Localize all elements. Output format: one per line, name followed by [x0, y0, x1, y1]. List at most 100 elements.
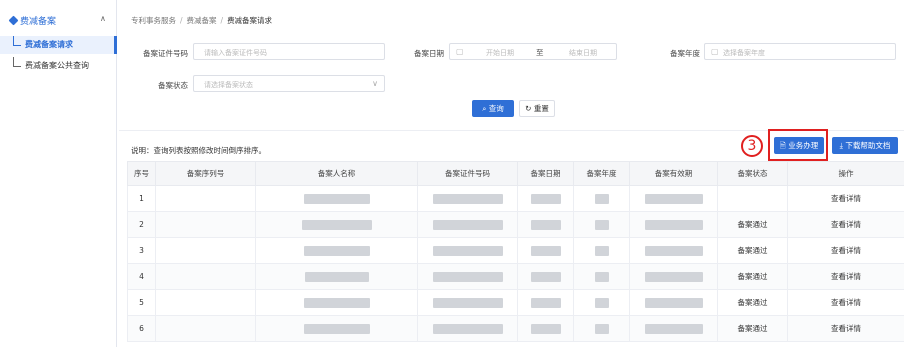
list-note: 说明：查询列表按照修改时间倒序排序。	[131, 146, 266, 155]
year-picker[interactable]: ▢ 选择备案年度	[704, 43, 896, 60]
breadcrumb-current: 费减备案请求	[227, 16, 273, 25]
column-header: 备案日期	[517, 161, 574, 186]
cell-redacted	[417, 289, 518, 316]
row-action-link[interactable]: 查看详情	[787, 263, 904, 290]
row-status: 备案通过	[717, 263, 788, 290]
table-row: 1 查看详情	[127, 185, 904, 212]
cell-redacted	[517, 315, 574, 342]
column-header: 备案年度	[573, 161, 630, 186]
table-body: 1 查看详情 2 备案通过 查看详情 3 备案通过 查看详情 4 备案通过 查看…	[127, 185, 904, 342]
date-range-picker[interactable]: ▢ 开始日期 至 结束日期	[449, 43, 617, 60]
row-action-link[interactable]: 查看详情	[787, 211, 904, 238]
row-action-link[interactable]: 查看详情	[787, 185, 904, 212]
cell-redacted	[629, 185, 718, 212]
chevron-up-icon: ∧	[100, 14, 106, 23]
cell-redacted	[573, 315, 630, 342]
cell-redacted	[573, 185, 630, 212]
table-row: 3 备案通过 查看详情	[127, 237, 904, 264]
document-icon: 🗎	[779, 141, 786, 150]
cell-redacted	[517, 237, 574, 264]
cell-redacted	[573, 263, 630, 290]
calendar-icon: ▢	[456, 47, 464, 56]
records-table: 序号 备案序列号 备案人名称 备案证件号码 备案日期 备案年度 备案有效期 备案…	[127, 161, 904, 342]
cell-redacted	[417, 263, 518, 290]
row-status: 备案通过	[717, 237, 788, 264]
column-header: 备案有效期	[629, 161, 718, 186]
cell-redacted	[573, 237, 630, 264]
row-index: 1	[127, 185, 156, 212]
date-label: 备案日期	[414, 49, 444, 58]
table-row: 4 备案通过 查看详情	[127, 263, 904, 290]
column-header: 序号	[127, 161, 156, 186]
sidebar-item-label: 费减备案请求	[25, 40, 73, 49]
year-label: 备案年度	[670, 49, 700, 58]
cell-redacted	[573, 211, 630, 238]
chevron-down-icon: ∨	[372, 79, 378, 88]
cell-redacted	[255, 315, 418, 342]
sidebar-item-request[interactable]: 费减备案请求	[0, 36, 117, 54]
cell-redacted	[517, 289, 574, 316]
cell-redacted	[629, 211, 718, 238]
column-header: 操作	[787, 161, 904, 186]
tree-line	[13, 66, 21, 67]
breadcrumb-item[interactable]: 专利事务服务	[131, 16, 176, 25]
status-select[interactable]: 请选择备案状态 ∨	[193, 75, 385, 92]
cell-redacted	[629, 237, 718, 264]
cell-redacted	[255, 289, 418, 316]
app-root: 费减备案 ∧ 费减备案请求 费减备案公共查询 专利事务服务 / 费减备案 / 费减备案请…	[0, 0, 904, 347]
column-header: 备案序列号	[155, 161, 256, 186]
cell-serial	[155, 263, 256, 290]
active-indicator	[114, 36, 117, 54]
row-status: 备案通过	[717, 211, 788, 238]
sidebar-item-public-query[interactable]: 费减备案公共查询	[0, 57, 117, 75]
cell-redacted	[517, 211, 574, 238]
tree-line	[13, 45, 21, 46]
download-help-button[interactable]: ⤓ 下载帮助文档	[832, 137, 898, 154]
cell-redacted	[629, 315, 718, 342]
row-action-link[interactable]: 查看详情	[787, 315, 904, 342]
column-header: 备案人名称	[255, 161, 418, 186]
refresh-icon: ↻	[525, 104, 532, 113]
sidebar-item-label: 费减备案公共查询	[25, 61, 89, 70]
step-annotation-badge: 3	[741, 135, 763, 157]
cell-redacted	[255, 185, 418, 212]
column-header: 备案状态	[717, 161, 788, 186]
row-action-link[interactable]: 查看详情	[787, 237, 904, 264]
cell-redacted	[255, 211, 418, 238]
table-header-row: 序号 备案序列号 备案人名称 备案证件号码 备案日期 备案年度 备案有效期 备案…	[127, 161, 904, 186]
cell-redacted	[629, 263, 718, 290]
query-button[interactable]: ⌕ 查询	[472, 100, 514, 117]
cell-redacted	[255, 263, 418, 290]
tree-line	[13, 57, 14, 66]
cell-redacted	[573, 289, 630, 316]
cert-no-input[interactable]: 请输入备案证件号码	[193, 43, 385, 60]
table-row: 2 备案通过 查看详情	[127, 211, 904, 238]
row-status: 备案通过	[717, 315, 788, 342]
row-index: 6	[127, 315, 156, 342]
table-row: 5 备案通过 查看详情	[127, 289, 904, 316]
calendar-icon: ▢	[711, 47, 719, 56]
reset-button[interactable]: ↻ 重置	[519, 100, 555, 117]
sidebar-group-label: 费减备案	[20, 17, 57, 27]
cell-serial	[155, 185, 256, 212]
cell-redacted	[629, 289, 718, 316]
table-row: 6 备案通过 查看详情	[127, 315, 904, 342]
breadcrumb-item[interactable]: 费减备案	[187, 16, 217, 25]
cell-serial	[155, 211, 256, 238]
download-icon: ⤓	[839, 141, 843, 150]
row-index: 4	[127, 263, 156, 290]
diamond-icon	[8, 15, 19, 26]
sidebar-group-fee-reduction[interactable]: 费减备案 ∧	[0, 12, 117, 30]
search-icon: ⌕	[482, 104, 487, 113]
business-button[interactable]: 🗎 业务办理	[774, 137, 824, 154]
sidebar: 费减备案 ∧ 费减备案请求 费减备案公共查询	[0, 0, 117, 347]
row-status: 备案通过	[717, 289, 788, 316]
tree-line	[13, 36, 14, 45]
cell-redacted	[417, 315, 518, 342]
cell-redacted	[417, 237, 518, 264]
cell-redacted	[255, 237, 418, 264]
row-index: 2	[127, 211, 156, 238]
row-action-link[interactable]: 查看详情	[787, 289, 904, 316]
cert-no-label: 备案证件号码	[143, 49, 188, 58]
cell-serial	[155, 289, 256, 316]
